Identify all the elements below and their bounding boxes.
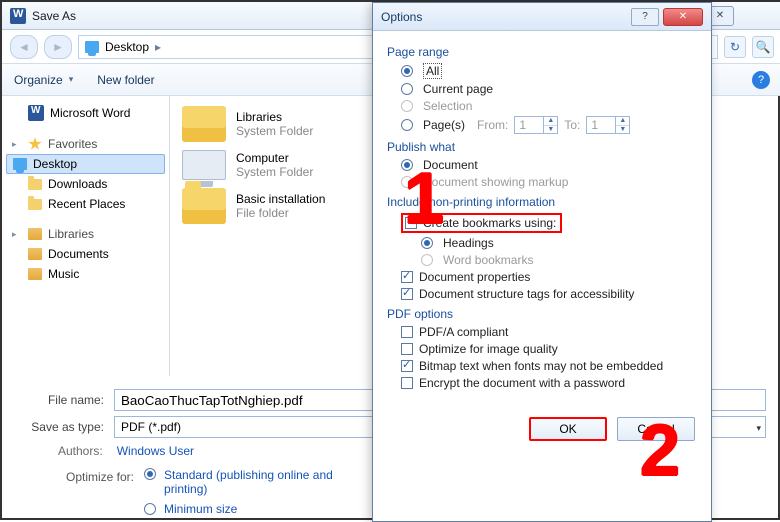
word-app-icon (10, 8, 26, 24)
organize-menu[interactable]: Organize (14, 73, 73, 87)
folder-icon (182, 188, 226, 224)
to-spinner[interactable]: 1▲▼ (586, 116, 630, 134)
sidebar-item-recent[interactable]: Recent Places (2, 194, 169, 214)
section-publish-what: Publish what (387, 140, 697, 154)
optimize-min-label: Minimum size (164, 502, 237, 516)
struct-tags-checkbox[interactable] (401, 288, 413, 300)
options-help-button[interactable]: ? (631, 8, 659, 26)
range-selection-radio (401, 100, 413, 112)
tree-arrow-icon: ▸ (12, 229, 22, 240)
range-pages-radio[interactable] (401, 119, 413, 131)
range-pages-label: Page(s) (423, 118, 465, 132)
optimize-min-radio[interactable] (144, 503, 156, 515)
folder-icon (28, 179, 42, 190)
sidebar-header-favorites[interactable]: ▸ Favorites (2, 134, 169, 154)
optimize-standard-radio[interactable] (144, 468, 156, 480)
struct-tags-label: Document structure tags for accessibilit… (419, 287, 634, 301)
optimize-img-checkbox[interactable] (401, 343, 413, 355)
bookmarks-word-label: Word bookmarks (443, 253, 533, 267)
sidebar-item-desktop[interactable]: Desktop (6, 154, 165, 174)
range-current-radio[interactable] (401, 83, 413, 95)
optimize-label: Optimize for: (66, 468, 134, 484)
section-page-range: Page range (387, 45, 697, 59)
ok-button[interactable]: OK (529, 417, 607, 441)
sidebar-item-downloads[interactable]: Downloads (2, 174, 169, 194)
bookmarks-headings-label: Headings (443, 236, 494, 250)
authors-label: Authors: (58, 444, 103, 458)
desktop-icon (13, 158, 27, 170)
help-icon[interactable]: ? (752, 71, 770, 89)
folder-icon (28, 199, 42, 210)
publish-markup-label: Document showing markup (423, 175, 568, 189)
options-title: Options (381, 10, 422, 24)
chevron-right-icon: ▸ (155, 40, 161, 54)
to-label: To: (564, 118, 580, 132)
word-doc-icon (28, 105, 44, 121)
bitmap-text-label: Bitmap text when fonts may not be embedd… (419, 359, 663, 373)
annotation-number-2: 2 (640, 410, 680, 492)
from-label: From: (477, 118, 508, 132)
pdfa-label: PDF/A compliant (419, 325, 508, 339)
encrypt-label: Encrypt the document with a password (419, 376, 625, 390)
refresh-button[interactable]: ↻ (724, 36, 746, 58)
optimize-standard-label: Standard (publishing online and printing… (164, 468, 334, 496)
options-titlebar: Options ? ✕ (373, 3, 711, 31)
range-selection-label: Selection (423, 99, 472, 113)
nav-sidebar: Microsoft Word ▸ Favorites Desktop Downl… (2, 96, 170, 376)
authors-value[interactable]: Windows User (117, 444, 194, 458)
breadcrumb-location: Desktop (105, 40, 149, 54)
encrypt-checkbox[interactable] (401, 377, 413, 389)
range-all-label: All (423, 63, 442, 79)
libraries-icon (28, 228, 42, 240)
library-icon (28, 248, 42, 260)
bookmarks-word-radio (421, 254, 433, 266)
sidebar-item-documents[interactable]: Documents (2, 244, 169, 264)
libraries-folder-icon (182, 106, 226, 142)
sidebar-header-libraries[interactable]: ▸ Libraries (2, 224, 169, 244)
tree-arrow-icon: ▸ (12, 139, 22, 150)
from-spinner[interactable]: 1▲▼ (514, 116, 558, 134)
options-close-button[interactable]: ✕ (663, 8, 703, 26)
pdfa-checkbox[interactable] (401, 326, 413, 338)
section-pdf-options: PDF options (387, 307, 697, 321)
search-button[interactable]: 🔍 (752, 36, 774, 58)
file-name-label: File name: (18, 393, 104, 407)
nav-forward-button[interactable]: ► (44, 35, 72, 59)
annotation-number-1: 1 (404, 158, 444, 240)
save-type-label: Save as type: (18, 420, 104, 434)
nav-back-button[interactable]: ◄ (10, 35, 38, 59)
desktop-icon (85, 41, 99, 53)
optimize-img-label: Optimize for image quality (419, 342, 558, 356)
sidebar-item-msword[interactable]: Microsoft Word (2, 102, 169, 124)
computer-icon (182, 150, 226, 180)
doc-props-checkbox[interactable] (401, 271, 413, 283)
range-all-radio[interactable] (401, 65, 413, 77)
bitmap-text-checkbox[interactable] (401, 360, 413, 372)
range-current-label: Current page (423, 82, 493, 96)
doc-props-label: Document properties (419, 270, 530, 284)
sidebar-item-music[interactable]: Music (2, 264, 169, 284)
library-icon (28, 268, 42, 280)
new-folder-button[interactable]: New folder (97, 73, 154, 87)
star-icon (28, 137, 42, 151)
